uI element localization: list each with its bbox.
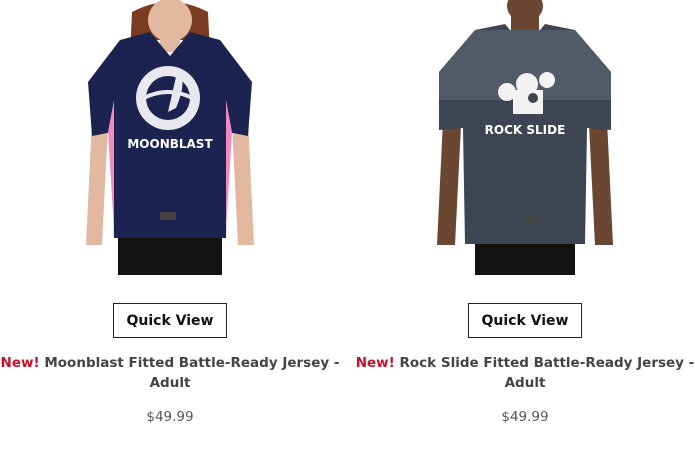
product-title[interactable]: New! Moonblast Fitted Battle-Ready Jerse… [0,353,340,393]
product-name[interactable]: Rock Slide Fitted Battle-Ready Jersey - … [400,355,695,391]
new-badge: New! [0,355,40,371]
jersey-graphic-text: MOONBLAST [127,137,213,151]
new-badge: New! [355,355,395,371]
product-title[interactable]: New! Rock Slide Fitted Battle-Ready Jers… [355,353,695,393]
quick-view-button[interactable]: Quick View [113,303,227,338]
product-name[interactable]: Moonblast Fitted Battle-Ready Jersey - A… [44,355,339,391]
jersey-graphic-text: ROCK SLIDE [485,123,566,137]
product-price: $49.99 [146,409,194,425]
product-card: ROCK SLIDE Quick View New! Rock Slide Fi… [355,0,695,468]
product-image[interactable]: MOONBLAST [60,0,280,275]
quick-view-button[interactable]: Quick View [468,303,582,338]
product-card: MOONBLAST Quick View New! Moonblast Fitt… [0,0,340,468]
product-image[interactable]: ROCK SLIDE [415,0,635,275]
product-price: $49.99 [501,409,549,425]
